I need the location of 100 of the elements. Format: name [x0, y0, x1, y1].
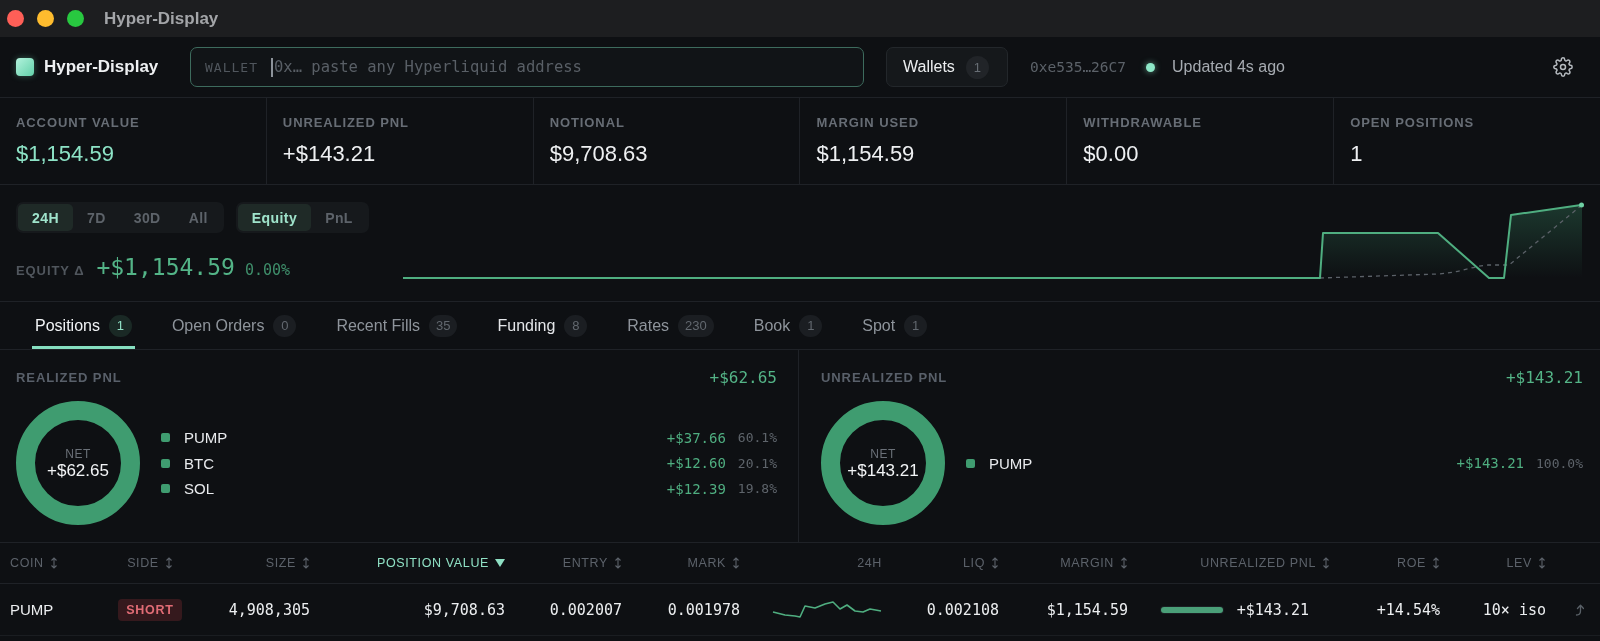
column-header[interactable]: ROE — [1330, 543, 1440, 583]
close-button[interactable] — [7, 10, 24, 27]
stat-label: OPEN POSITIONS — [1350, 115, 1475, 130]
tab[interactable]: Open Orders 0 — [168, 302, 300, 349]
up-down-arrow-icon — [1538, 557, 1546, 569]
swatch-icon — [161, 458, 170, 468]
legend-label: PUMP — [184, 429, 228, 446]
legend-amount: +$143.21 — [1456, 455, 1525, 471]
tab[interactable]: Spot 1 — [859, 302, 931, 349]
legend-amount: +$12.39 — [666, 480, 726, 497]
swatch-icon — [161, 484, 170, 493]
legend-share: 100.0% — [1536, 455, 1583, 471]
up-down-arrow-icon — [302, 557, 310, 569]
range-tab[interactable]: 7D — [72, 204, 120, 231]
column-header: 24H — [856, 555, 882, 572]
tab[interactable]: Funding 8 — [494, 302, 591, 349]
logo-icon — [16, 58, 34, 76]
legend-share: 20.1% — [737, 455, 777, 471]
table-cell-text: 0.002108 — [925, 599, 999, 621]
swatch-icon — [161, 433, 170, 442]
pnl-bar — [1160, 606, 1223, 613]
tab[interactable]: Book 1 — [750, 302, 826, 349]
up-down-arrow-icon — [1120, 557, 1128, 569]
window-title: Hyper-Display — [104, 8, 219, 29]
down-triangle-icon — [495, 559, 505, 567]
column-header[interactable]: UNREALIZED PNL — [1128, 543, 1330, 583]
table-cell-text: $1,154.59 — [1045, 599, 1128, 621]
column-header[interactable]: MARK — [622, 543, 740, 583]
panel-total: +$62.65 — [709, 367, 777, 387]
stat-label: ACCOUNT VALUE — [16, 115, 140, 130]
table-cell-text: PUMP — [9, 600, 55, 620]
wallet-field[interactable]: WALLET 0x… paste any Hyperliquid address — [190, 47, 864, 87]
brand-name: Hyper-Display — [44, 57, 160, 77]
count-badge: 8 — [564, 314, 588, 337]
legend-label: SOL — [184, 480, 214, 497]
count-badge: 1 — [108, 314, 132, 337]
count-badge: 1 — [904, 314, 928, 337]
curved-arrow-icon[interactable] — [1575, 603, 1584, 616]
table-cell: +$143.21 — [1236, 600, 1309, 619]
table-cell-text: 0.002007 — [548, 599, 622, 621]
tab[interactable]: Rates 230 — [624, 302, 717, 349]
stat-label: UNREALIZED PNL — [282, 115, 409, 130]
panel-total: +$143.21 — [1505, 367, 1583, 387]
count-badge: 0 — [273, 314, 297, 337]
legend-amount: +$37.66 — [666, 429, 726, 446]
settings-icon[interactable] — [1553, 57, 1573, 77]
count-badge: 35 — [429, 314, 458, 337]
up-down-arrow-icon — [164, 557, 173, 569]
stat-value: $1,154.59 — [816, 141, 915, 166]
minimize-button[interactable] — [37, 10, 54, 27]
side-badge: SHORT — [118, 598, 182, 621]
table-cell-text: 0.001978 — [666, 599, 740, 621]
up-down-arrow-icon — [614, 557, 622, 569]
metric-tab[interactable]: PnL — [311, 204, 367, 231]
up-down-arrow-icon — [1322, 557, 1330, 569]
zoom-button[interactable] — [67, 10, 84, 27]
legend-share: 19.8% — [737, 481, 777, 496]
stat-value: +$143.21 — [282, 141, 376, 166]
range-tab[interactable]: All — [174, 204, 222, 231]
count-badge: 1 — [799, 314, 823, 337]
metric-tab[interactable]: Equity — [237, 204, 312, 231]
table-cell-text: 10× iso — [1481, 599, 1546, 621]
stat-label: MARGIN USED — [816, 115, 919, 130]
up-down-arrow-icon — [1432, 557, 1440, 569]
panel-title: UNREALIZED PNL — [821, 369, 948, 385]
table-cell-text: +14.54% — [1375, 599, 1440, 621]
legend-label: PUMP — [989, 454, 1033, 472]
donut-center-value: +$143.21 — [847, 461, 919, 481]
stat-value: $9,708.63 — [549, 141, 648, 166]
stat-value: 1 — [1350, 141, 1363, 166]
column-header[interactable]: SIZE — [200, 543, 310, 583]
range-tab[interactable]: 30D — [119, 204, 175, 231]
column-header[interactable]: LIQ — [882, 543, 999, 583]
column-header[interactable]: SIDE — [100, 543, 200, 583]
up-down-arrow-icon — [732, 557, 740, 569]
donut-center-value: +$62.65 — [47, 461, 109, 481]
stat-label: NOTIONAL — [549, 115, 625, 130]
equity-delta-percent: 0.00% — [244, 261, 291, 279]
stat-label: WITHDRAWABLE — [1083, 115, 1202, 130]
legend-amount: +$12.60 — [666, 455, 726, 471]
panel-title: REALIZED PNL — [16, 369, 122, 385]
tab[interactable]: Recent Fills 35 — [333, 302, 461, 349]
equity-delta-label: EQUITY Δ — [16, 263, 85, 278]
equity-delta-value: +$1,154.59 — [96, 254, 235, 280]
wallets-button[interactable]: Wallets 1 — [886, 47, 1008, 87]
count-badge: 1 — [965, 55, 989, 79]
up-down-arrow-icon — [991, 557, 999, 569]
count-badge: 230 — [678, 314, 714, 337]
stat-value: $0.00 — [1083, 141, 1139, 166]
column-header[interactable]: COIN — [0, 543, 100, 583]
column-header[interactable]: POSITION VALUE — [310, 543, 505, 583]
column-header[interactable]: MARGIN — [999, 543, 1128, 583]
legend-share: 60.1% — [737, 430, 777, 445]
stat-value: $1,154.59 — [16, 141, 114, 166]
tab[interactable]: Positions 1 — [32, 302, 135, 349]
column-header[interactable]: ENTRY — [505, 543, 622, 583]
range-tab[interactable]: 24H — [18, 204, 73, 231]
column-header[interactable]: LEV — [1440, 543, 1546, 583]
update-status: Updated 4s ago — [1172, 58, 1285, 76]
swatch-icon — [966, 458, 975, 468]
